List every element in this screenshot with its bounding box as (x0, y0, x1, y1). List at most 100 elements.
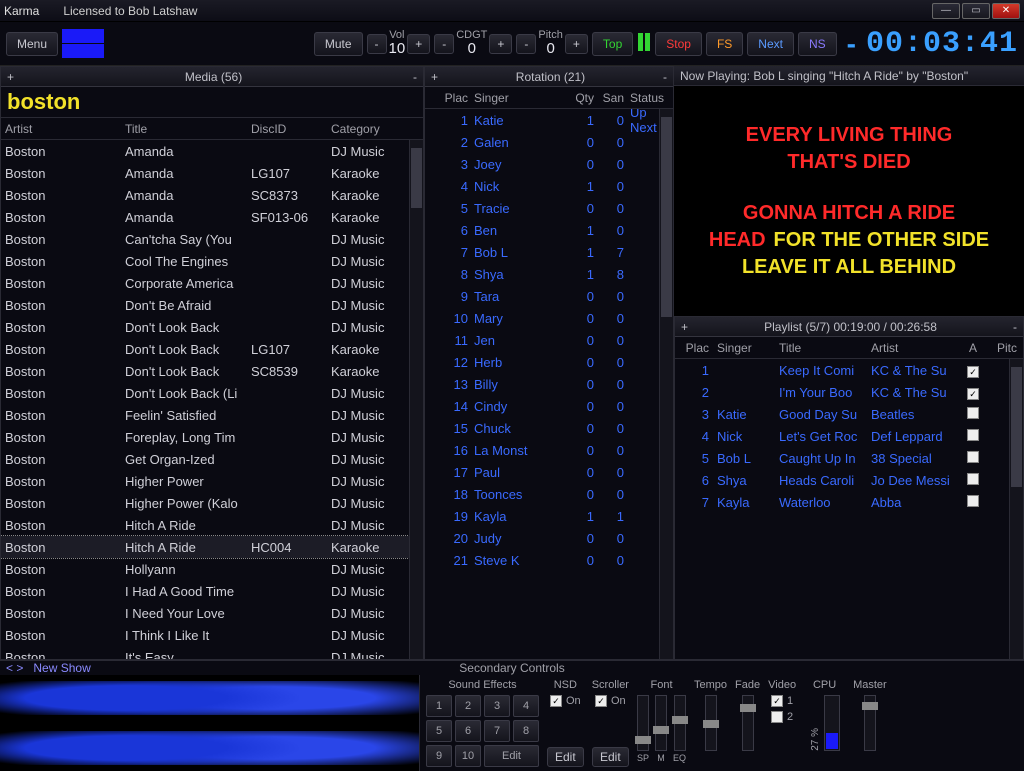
media-collapse[interactable]: - (413, 70, 417, 84)
media-row[interactable]: BostonDon't Look BackLG107Karaoke (1, 338, 423, 360)
col-artist[interactable]: Artist (5, 122, 125, 136)
media-scrollbar[interactable] (409, 140, 423, 659)
rotation-row[interactable]: 6Ben10 (425, 219, 673, 241)
rotation-row[interactable]: 16La Monst00 (425, 439, 673, 461)
rotation-row[interactable]: 10Mary00 (425, 307, 673, 329)
waveform-display[interactable] (0, 675, 420, 771)
rotation-row[interactable]: 14Cindy00 (425, 395, 673, 417)
rotation-row[interactable]: 18Toonces00 (425, 483, 673, 505)
col-category[interactable]: Category (331, 122, 419, 136)
scroller-checkbox[interactable]: ✓ (595, 695, 607, 707)
sfx-button-4[interactable]: 4 (513, 695, 539, 717)
sfx-button-7[interactable]: 7 (484, 720, 510, 742)
media-row[interactable]: BostonHollyannDJ Music (1, 558, 423, 580)
media-row[interactable]: BostonAmandaDJ Music (1, 140, 423, 162)
top-button[interactable]: Top (592, 32, 633, 56)
rotation-row[interactable]: 7Bob L17 (425, 241, 673, 263)
prev-show[interactable]: < (6, 661, 13, 675)
sfx-button-5[interactable]: 5 (426, 720, 452, 742)
rotation-collapse[interactable]: - (663, 70, 667, 84)
video1-checkbox[interactable]: ✓ (771, 695, 783, 707)
fs-button[interactable]: FS (706, 32, 743, 56)
media-row[interactable]: BostonDon't Be AfraidDJ Music (1, 294, 423, 316)
fade-slider[interactable] (742, 695, 754, 751)
sfx-button-10[interactable]: 10 (455, 745, 481, 767)
col-san[interactable]: San (600, 91, 630, 105)
rotation-row[interactable]: 13Billy00 (425, 373, 673, 395)
master-slider[interactable] (864, 695, 876, 751)
media-row[interactable]: BostonForeplay, Long TimDJ Music (1, 426, 423, 448)
rotation-row[interactable]: 5Tracie00 (425, 197, 673, 219)
pause-button[interactable] (637, 33, 651, 54)
playlist-scrollbar[interactable] (1009, 359, 1023, 659)
col-pitc[interactable]: Pitc (985, 341, 1017, 355)
sfx-button-8[interactable]: 8 (513, 720, 539, 742)
media-row[interactable]: BostonHigher PowerDJ Music (1, 470, 423, 492)
media-row[interactable]: BostonCool The EnginesDJ Music (1, 250, 423, 272)
rotation-row[interactable]: 12Herb00 (425, 351, 673, 373)
media-row[interactable]: BostonCan'tcha Say (YouDJ Music (1, 228, 423, 250)
col-title[interactable]: Title (125, 122, 251, 136)
tempo-slider[interactable] (705, 695, 717, 751)
vol-up[interactable]: + (407, 34, 430, 54)
rotation-row[interactable]: 1Katie10Up Next (425, 109, 673, 131)
close-button[interactable]: ✕ (992, 3, 1020, 19)
rotation-row[interactable]: 3Joey00 (425, 153, 673, 175)
media-add[interactable]: + (7, 70, 14, 84)
playlist-add[interactable]: + (681, 320, 688, 334)
media-row[interactable]: BostonHigher Power (KaloDJ Music (1, 492, 423, 514)
maximize-button[interactable]: ▭ (962, 3, 990, 19)
mute-button[interactable]: Mute (314, 32, 363, 56)
vol-down[interactable]: - (367, 34, 387, 54)
col-title[interactable]: Title (779, 341, 871, 355)
rotation-row[interactable]: 21Steve K00 (425, 549, 673, 571)
search-input[interactable]: boston (1, 87, 423, 118)
col-disc[interactable]: DiscID (251, 122, 331, 136)
rotation-scrollbar[interactable] (659, 109, 673, 659)
col-qty[interactable]: Qty (562, 91, 600, 105)
video2-checkbox[interactable] (771, 711, 783, 723)
playlist-collapse[interactable]: - (1013, 320, 1017, 334)
sfx-button-2[interactable]: 2 (455, 695, 481, 717)
nsd-edit[interactable]: Edit (547, 747, 584, 767)
media-row[interactable]: BostonI Need Your LoveDJ Music (1, 602, 423, 624)
media-row[interactable]: BostonGet Organ-IzedDJ Music (1, 448, 423, 470)
media-row[interactable]: BostonDon't Look Back (LiDJ Music (1, 382, 423, 404)
media-row[interactable]: BostonAmandaSC8373Karaoke (1, 184, 423, 206)
col-artist[interactable]: Artist (871, 341, 961, 355)
media-row[interactable]: BostonDon't Look BackDJ Music (1, 316, 423, 338)
rotation-row[interactable]: 11Jen00 (425, 329, 673, 351)
col-singer[interactable]: Singer (474, 91, 562, 105)
ns-button[interactable]: NS (798, 32, 837, 56)
playlist-row[interactable]: 2I'm Your BooKC & The Su✓0 (675, 381, 1023, 403)
col-a[interactable]: A (961, 341, 985, 355)
font-eq-slider[interactable] (674, 695, 686, 751)
col-plac[interactable]: Plac (429, 91, 474, 105)
playlist-row[interactable]: 3KatieGood Day SuBeatles0 (675, 403, 1023, 425)
media-row[interactable]: BostonDon't Look BackSC8539Karaoke (1, 360, 423, 382)
col-plac[interactable]: Plac (679, 341, 717, 355)
media-row[interactable]: BostonHitch A RideDJ Music (1, 514, 423, 536)
playlist-row[interactable]: 6ShyaHeads CaroliJo Dee Messi0 (675, 469, 1023, 491)
playlist-row[interactable]: 1Keep It ComiKC & The Su✓0 (675, 359, 1023, 381)
pitch-up[interactable]: + (565, 34, 588, 54)
rotation-row[interactable]: 17Paul00 (425, 461, 673, 483)
nsd-checkbox[interactable]: ✓ (550, 695, 562, 707)
rotation-row[interactable]: 15Chuck00 (425, 417, 673, 439)
cdgt-down[interactable]: - (434, 34, 454, 54)
sfx-button-3[interactable]: 3 (484, 695, 510, 717)
playlist-row[interactable]: 4NickLet's Get RocDef Leppard0 (675, 425, 1023, 447)
sfx-button-6[interactable]: 6 (455, 720, 481, 742)
rotation-row[interactable]: 19Kayla11 (425, 505, 673, 527)
rotation-row[interactable]: 9Tara00 (425, 285, 673, 307)
menu-button[interactable]: Menu (6, 32, 58, 56)
minimize-button[interactable]: — (932, 3, 960, 19)
media-row[interactable]: BostonHitch A RideHC004Karaoke (1, 536, 423, 558)
col-status[interactable]: Status (630, 91, 669, 105)
sfx-button-9[interactable]: 9 (426, 745, 452, 767)
next-show[interactable]: > (16, 661, 23, 675)
rotation-row[interactable]: 4Nick10 (425, 175, 673, 197)
sfx-button-1[interactable]: 1 (426, 695, 452, 717)
show-name[interactable]: New Show (33, 661, 90, 675)
rotation-row[interactable]: 8Shya18 (425, 263, 673, 285)
